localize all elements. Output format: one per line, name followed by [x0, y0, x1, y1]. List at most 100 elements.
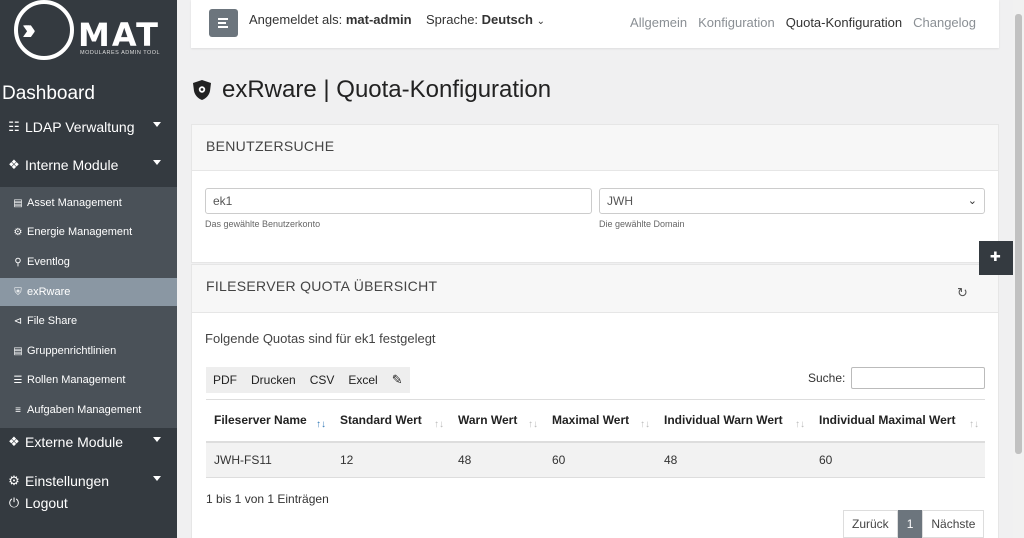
- login-prefix: Angemeldet als:: [249, 12, 343, 27]
- menu-toggle-button[interactable]: [209, 9, 238, 37]
- sidebar-item-exrware[interactable]: ⛨ exRware: [0, 278, 177, 306]
- prev-page-button[interactable]: Zurück: [843, 510, 898, 538]
- sidebar-logout[interactable]: ⏻ Logout: [6, 489, 171, 517]
- pagination: Zurück 1 Nächste: [843, 510, 985, 538]
- pencil-icon[interactable]: ✎: [385, 372, 410, 388]
- column-header[interactable]: Individual Maximal Wert ↑↓: [811, 399, 985, 443]
- domain-help: Die gewählte Domain: [599, 219, 685, 229]
- sidebar-item-eventlog[interactable]: ⚲ Eventlog: [0, 248, 177, 276]
- sidebar-group-label: Einstellungen: [25, 473, 110, 489]
- cubes-icon: ❖: [8, 157, 20, 172]
- refresh-icon[interactable]: ↻: [957, 285, 968, 301]
- logo-text: MAT: [78, 16, 160, 54]
- caret-down-icon: [153, 476, 161, 481]
- sidebar-item-aufgaben-management[interactable]: ≡ Aufgaben Management: [0, 396, 177, 424]
- column-header[interactable]: Warn Wert ↑↓: [450, 399, 544, 443]
- sort-icon: ↑↓: [528, 419, 538, 430]
- top-link-changelog[interactable]: Changelog: [913, 15, 976, 30]
- top-nav: Allgemein Konfiguration Quota-Konfigurat…: [630, 15, 976, 30]
- side-panel-toggle[interactable]: ✚: [979, 241, 1013, 275]
- energy-icon: ⚙: [13, 226, 23, 238]
- sidebar-item-gruppenrichtlinien[interactable]: ▤ Gruppenrichtlinien: [0, 337, 177, 365]
- column-header-label: Standard Wert: [340, 413, 422, 428]
- quota-table: Fileserver Name ↑↓ Standard Wert ↑↓ Warn W…: [206, 399, 985, 478]
- scrollbar[interactable]: [1013, 0, 1024, 538]
- top-link-konfiguration[interactable]: Konfiguration: [698, 15, 775, 30]
- page-title: exRware | Quota-Konfiguration: [192, 76, 551, 104]
- language-prefix: Sprache:: [426, 12, 479, 27]
- quota-header: FILESERVER QUOTA ÜBERSICHT: [192, 265, 998, 313]
- sidebar-item-label: Gruppenrichtlinien: [27, 345, 117, 357]
- sidebar-group-interne-module[interactable]: ❖ Interne Module: [6, 151, 171, 179]
- sidebar-item-label: Asset Management: [27, 197, 122, 209]
- table-cell: 48: [450, 441, 544, 478]
- logout-label: Logout: [25, 495, 68, 511]
- mat-logo[interactable]: ››› MAT MODULARES ADMIN TOOL: [12, 0, 172, 62]
- menu-icon-line: [218, 26, 228, 28]
- sort-icon: ↑↓: [969, 419, 979, 430]
- table-search-label: Suche:: [808, 371, 846, 385]
- column-header[interactable]: Standard Wert ↑↓: [332, 399, 450, 443]
- sidebar-submenu: ▤ Asset Management ⚙ Energie Management …: [0, 187, 177, 428]
- account-input[interactable]: ek1: [205, 188, 592, 214]
- sort-icon: ↑↓: [640, 419, 650, 430]
- column-header[interactable]: Maximal Wert ↑↓: [544, 399, 656, 443]
- column-header-label: Fileserver Name: [214, 413, 307, 428]
- sidebar-item-file-share[interactable]: ⊲ File Share: [0, 307, 177, 335]
- account-help: Das gewählte Benutzerkonto: [205, 219, 321, 229]
- caret-down-icon: [153, 437, 161, 442]
- shield-gear-icon: [193, 80, 211, 100]
- gear-icon: ⚙: [8, 473, 20, 488]
- search-icon: ⚲: [14, 256, 22, 268]
- top-link-allgemein[interactable]: Allgemein: [630, 15, 687, 30]
- menu-icon: [218, 18, 228, 20]
- sidebar: ››› MAT MODULARES ADMIN TOOL Dashboard ☷…: [0, 0, 177, 538]
- column-header-label: Individual Maximal Wert: [819, 413, 956, 428]
- table-cell: 12: [332, 441, 450, 478]
- column-header[interactable]: Individual Warn Wert ↑↓: [656, 399, 811, 443]
- sidebar-group-ldap[interactable]: ☷ LDAP Verwaltung: [6, 113, 171, 141]
- sidebar-group-label: Externe Module: [25, 434, 124, 450]
- domain-select[interactable]: JWH ⌄: [599, 188, 985, 214]
- table-search-input[interactable]: [851, 367, 985, 389]
- first-aid-icon: ✚: [990, 249, 1001, 264]
- table-row: JWH-FS11 12 48 60 48 60: [206, 441, 985, 478]
- sidebar-dashboard[interactable]: Dashboard: [2, 83, 95, 105]
- domain-select-value: JWH: [607, 194, 633, 208]
- share-icon: ⊲: [13, 315, 23, 327]
- server-icon: ▤: [13, 197, 23, 209]
- page-title-text: exRware | Quota-Konfiguration: [222, 76, 552, 103]
- sidebar-item-asset-management[interactable]: ▤ Asset Management: [0, 189, 177, 217]
- pdf-button[interactable]: PDF: [206, 373, 244, 387]
- language-selector[interactable]: Sprache: Deutsch ⌄: [426, 12, 545, 27]
- next-page-button[interactable]: Nächste: [922, 510, 985, 538]
- csv-button[interactable]: CSV: [303, 373, 342, 387]
- print-button[interactable]: Drucken: [244, 373, 303, 387]
- language-value: Deutsch: [481, 12, 533, 27]
- table-info: 1 bis 1 von 1 Einträgen: [206, 492, 329, 506]
- table-cell: 48: [656, 441, 811, 478]
- sitemap-icon: ☷: [8, 119, 20, 134]
- logged-in-as: Angemeldet als: mat-admin: [249, 12, 412, 27]
- excel-button[interactable]: Excel: [341, 373, 384, 387]
- column-header[interactable]: Fileserver Name ↑↓: [206, 399, 332, 443]
- sidebar-item-rollen-management[interactable]: ☰ Rollen Management: [0, 366, 177, 394]
- column-header-label: Individual Warn Wert: [664, 413, 783, 428]
- power-icon: ⏻: [8, 495, 20, 510]
- page-1-button[interactable]: 1: [897, 510, 923, 538]
- sidebar-group-label: LDAP Verwaltung: [25, 119, 135, 135]
- table-cell: 60: [811, 441, 985, 478]
- sidebar-item-energie-management[interactable]: ⚙ Energie Management: [0, 218, 177, 246]
- top-link-quota-konfiguration[interactable]: Quota-Konfiguration: [786, 15, 902, 30]
- document-icon: ▤: [13, 345, 23, 357]
- scrollbar-thumb[interactable]: [1015, 14, 1022, 454]
- sort-asc-icon: ↑↓: [316, 419, 326, 430]
- column-header-label: Warn Wert: [458, 413, 518, 428]
- sort-icon: ↑↓: [434, 419, 444, 430]
- topbar: Angemeldet als: mat-admin Sprache: Deuts…: [191, 0, 999, 48]
- column-header-label: Maximal Wert: [552, 413, 630, 428]
- sidebar-group-externe-module[interactable]: ❖ Externe Module: [6, 428, 171, 456]
- export-buttons: PDF Drucken CSV Excel ✎: [206, 367, 410, 393]
- sidebar-item-label: Aufgaben Management: [27, 404, 142, 416]
- chevron-down-icon: ⌄: [536, 16, 545, 27]
